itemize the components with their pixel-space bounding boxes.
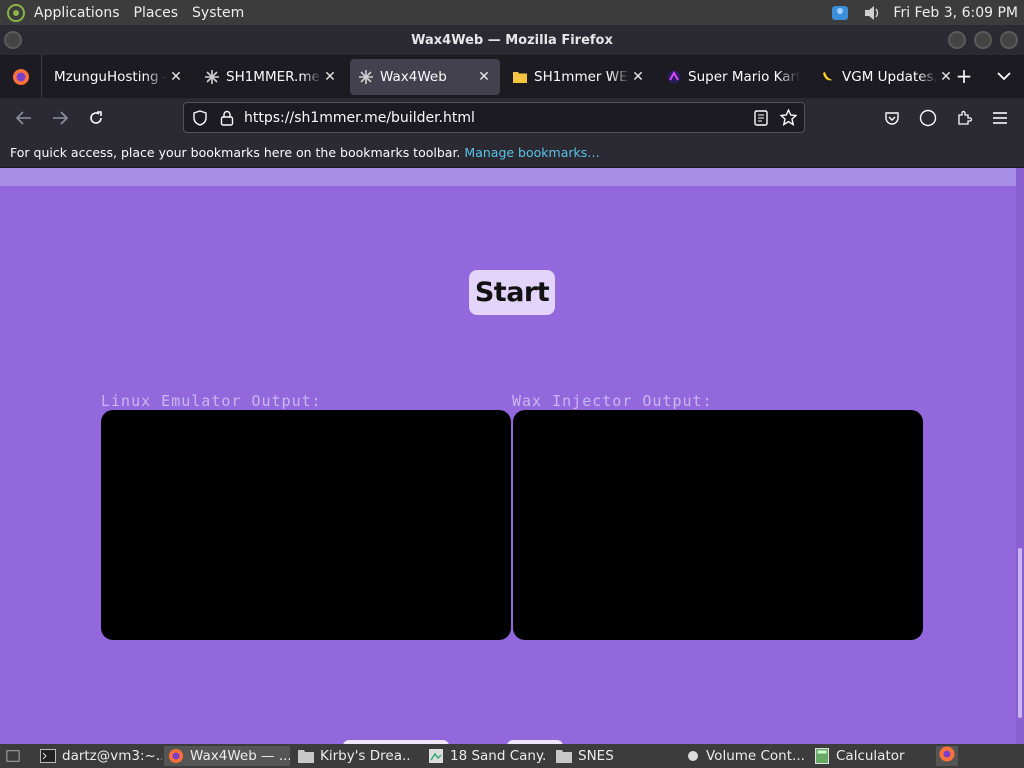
- bottom-panel: dartz@vm3:~... Wax4Web — ... Kirby's Dre…: [0, 744, 1024, 768]
- firefox-icon: [168, 748, 184, 764]
- menu-system[interactable]: System: [192, 5, 244, 21]
- close-icon[interactable]: ✕: [168, 69, 184, 85]
- tab-shimmer-web[interactable]: SH1mmer WEB ✕: [504, 59, 654, 95]
- page-header-band: [0, 168, 1016, 186]
- task-label: dartz@vm3:~...: [62, 748, 162, 764]
- menu-places[interactable]: Places: [134, 5, 179, 21]
- close-window-button[interactable]: [1000, 31, 1018, 49]
- lock-icon[interactable]: [220, 110, 234, 130]
- tab-shimmer-me[interactable]: SH1MMER.me ✕: [196, 59, 346, 95]
- account-icon[interactable]: [916, 106, 940, 130]
- extensions-icon[interactable]: [952, 106, 976, 130]
- bookmark-star-icon[interactable]: [779, 108, 798, 130]
- task-label: Kirby's Drea...: [320, 748, 412, 764]
- navigation-toolbar: https://sh1mmer.me/builder.html: [0, 98, 1024, 138]
- clock[interactable]: Fri Feb 3, 6:09 PM: [893, 5, 1018, 21]
- linux-emulator-output-terminal[interactable]: [101, 410, 511, 640]
- folder-icon: [298, 748, 314, 764]
- banana-icon: [820, 69, 836, 85]
- asterisk-icon: [204, 69, 220, 85]
- start-button[interactable]: Start: [469, 270, 555, 315]
- firefox-icon: [938, 746, 956, 766]
- bookmarks-toolbar: For quick access, place your bookmarks h…: [0, 138, 1024, 168]
- tab-label: VGM Updates, S: [842, 68, 938, 85]
- linux-emulator-output-label: Linux Emulator Output:: [101, 392, 322, 410]
- task-label: Volume Cont...: [706, 748, 805, 764]
- window-title: Wax4Web — Mozilla Firefox: [411, 32, 613, 48]
- url-scheme: https://: [244, 109, 295, 126]
- tab-label: MzunguHosting - Bl: [54, 68, 168, 85]
- task-label: 18 Sand Cany...: [450, 748, 546, 764]
- game-icon: [666, 69, 682, 85]
- close-icon[interactable]: ✕: [322, 69, 338, 85]
- wax-injector-output-terminal[interactable]: [513, 410, 923, 640]
- asterisk-icon: [358, 69, 374, 85]
- menu-applications[interactable]: Applications: [34, 5, 120, 21]
- network-icon[interactable]: [829, 3, 851, 23]
- task-label: Wax4Web — ...: [190, 748, 290, 764]
- task-label: Calculator: [836, 748, 905, 764]
- url-text[interactable]: https://sh1mmer.me/builder.html: [244, 110, 475, 126]
- firefox-view-icon[interactable]: [0, 55, 42, 98]
- manage-bookmarks-link[interactable]: Manage bookmarks…: [464, 145, 599, 160]
- tab-label: Wax4Web: [380, 68, 447, 85]
- reader-view-icon[interactable]: [754, 110, 768, 130]
- calculator-icon: [814, 748, 830, 764]
- tab-label: Super Mario Kart: [688, 68, 800, 85]
- tab-label: SH1MMER.me: [226, 68, 320, 85]
- terminal-icon: [40, 748, 56, 764]
- task-label: SNES: [578, 748, 614, 764]
- wax-injector-output-label: Wax Injector Output:: [512, 392, 713, 410]
- bookmarks-hint: For quick access, place your bookmarks h…: [10, 145, 461, 160]
- list-all-tabs-button[interactable]: [992, 64, 1016, 88]
- image-icon: [428, 748, 444, 764]
- tab-mzunguhosting[interactable]: MzunguHosting - Bl ✕: [46, 59, 192, 95]
- page-scrollbar[interactable]: [1016, 168, 1024, 744]
- forward-button[interactable]: [48, 106, 72, 130]
- close-icon[interactable]: ✕: [476, 69, 492, 85]
- task-snes-folder[interactable]: SNES: [552, 746, 626, 766]
- task-terminal[interactable]: dartz@vm3:~...: [36, 746, 162, 766]
- gnome-foot-icon[interactable]: [7, 3, 25, 22]
- task-firefox[interactable]: Wax4Web — ...: [164, 746, 290, 766]
- back-button[interactable]: [12, 106, 36, 130]
- reload-button[interactable]: [84, 106, 108, 130]
- page-content: Start Linux Emulator Output: Wax Injecto…: [0, 168, 1024, 744]
- volume-icon: [686, 748, 700, 764]
- tab-label: SH1mmer WEB: [534, 68, 630, 85]
- minimize-button[interactable]: [948, 31, 966, 49]
- task-sand-canyon[interactable]: 18 Sand Cany...: [424, 746, 546, 766]
- folder-icon: [556, 748, 572, 764]
- tab-super-mario-kart[interactable]: Super Mario Kart: [658, 59, 808, 95]
- url-bar[interactable]: https://sh1mmer.me/builder.html: [183, 102, 805, 133]
- shield-icon[interactable]: [192, 110, 208, 130]
- maximize-button[interactable]: [974, 31, 992, 49]
- tab-wax4web[interactable]: Wax4Web ✕: [350, 58, 500, 95]
- window-titlebar: Wax4Web — Mozilla Firefox: [0, 25, 1024, 55]
- new-tab-button[interactable]: +: [952, 64, 976, 88]
- close-icon[interactable]: ✕: [630, 69, 646, 85]
- url-host-path: sh1mmer.me/builder.html: [294, 109, 475, 126]
- hamburger-menu-icon[interactable]: [988, 106, 1012, 130]
- folder-icon: [512, 69, 528, 85]
- pocket-icon[interactable]: [880, 106, 904, 130]
- task-volume-control[interactable]: Volume Cont...: [682, 746, 806, 766]
- volume-icon[interactable]: [861, 3, 883, 23]
- window-menu-button[interactable]: [4, 31, 22, 49]
- task-kirby-folder[interactable]: Kirby's Drea...: [294, 746, 412, 766]
- tab-strip: MzunguHosting - Bl ✕ SH1MMER.me ✕ Wax4We…: [0, 55, 1024, 98]
- workspace-firefox[interactable]: [936, 746, 958, 766]
- tab-vgm-updates[interactable]: VGM Updates, S ✕: [812, 59, 962, 95]
- scrollbar-thumb[interactable]: [1018, 548, 1022, 718]
- task-calculator[interactable]: Calculator: [810, 746, 920, 766]
- show-desktop-button[interactable]: [2, 746, 24, 766]
- top-panel: Applications Places System Fri Feb 3, 6:…: [0, 0, 1024, 25]
